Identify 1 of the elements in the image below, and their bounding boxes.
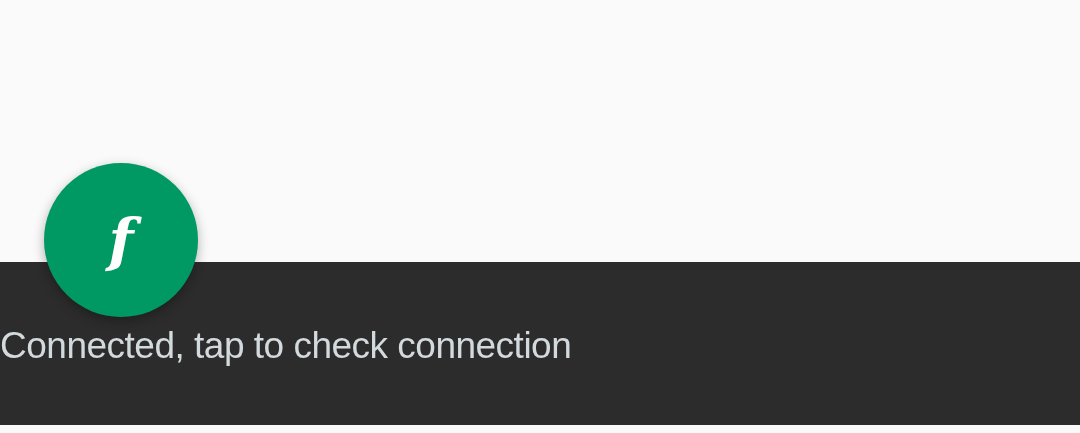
snackbar-message: Connected, tap to check connection <box>0 324 572 368</box>
